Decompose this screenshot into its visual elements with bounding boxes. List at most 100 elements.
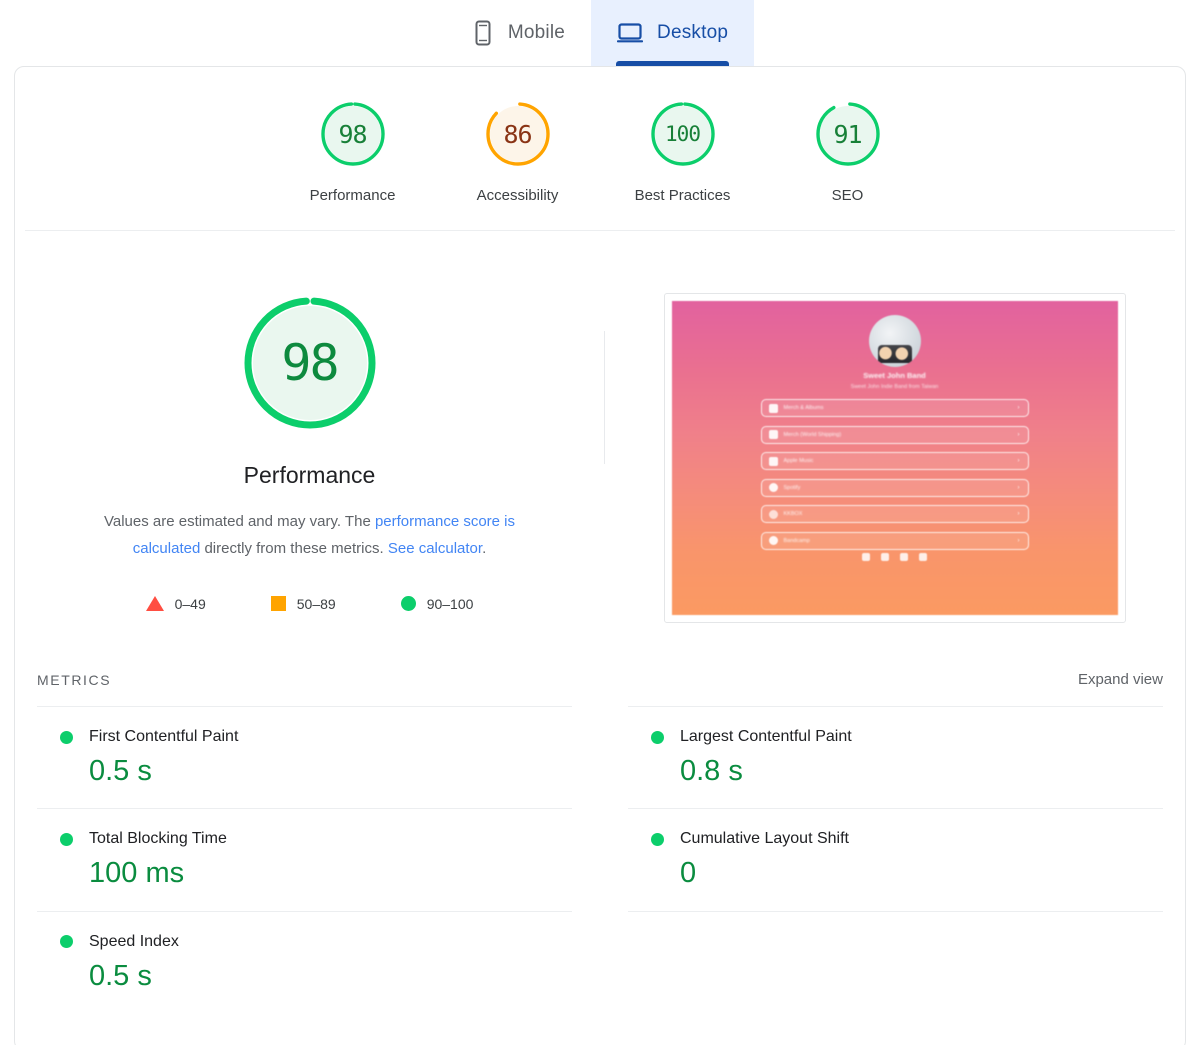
score-value-accessibility: 86 <box>503 119 532 149</box>
legend-item-average: 50–89 <box>270 596 336 612</box>
thumbnail-social-row <box>672 553 1118 561</box>
hero-title: Performance <box>243 462 376 488</box>
metric-total-blocking-time[interactable]: Total Blocking Time 100 ms <box>37 808 572 910</box>
list-item-label: Merch & Albums <box>783 405 824 411</box>
list-item-label: Apple Music <box>783 458 814 464</box>
score-value-best-practices: 100 <box>665 121 701 146</box>
kkbox-icon <box>768 509 778 519</box>
category-label-performance: Performance <box>309 187 396 204</box>
chevron-right-icon: › <box>1017 458 1020 464</box>
status-badge <box>60 832 73 846</box>
hero-score-panel: 98 Performance Values are estimated and … <box>15 293 604 623</box>
tab-desktop-label: Desktop <box>657 22 729 43</box>
performance-hero: 98 Performance Values are estimated and … <box>15 231 1185 623</box>
category-gauge-accessibility[interactable]: 86 Accessibility <box>435 100 600 204</box>
score-legend: 0–49 50–89 90–100 <box>145 595 474 612</box>
legend-range-fail: 0–49 <box>174 595 206 612</box>
thumbnail-site-name: Sweet John Band <box>863 371 926 380</box>
triangle-icon <box>145 596 164 612</box>
list-item: Spotify › <box>760 478 1029 497</box>
chevron-right-icon: › <box>1017 405 1020 411</box>
hero-desc-part-1: Values are estimated and may vary. The <box>103 513 375 530</box>
category-gauge-best-practices[interactable]: 100 Best Practices <box>600 100 765 204</box>
desktop-monitor-icon <box>617 21 644 45</box>
hero-score-ring: 98 <box>240 293 380 433</box>
metric-speed-index[interactable]: Speed Index 0.5 s <box>37 910 572 1013</box>
list-item: Merch (World Shipping) › <box>760 425 1029 444</box>
report-card: 98 Performance 86 Accessibility 100 Best… <box>14 66 1186 1045</box>
category-score-row: 98 Performance 86 Accessibility 100 Best… <box>25 67 1175 231</box>
tab-mobile-label: Mobile <box>507 22 566 43</box>
metric-label: Cumulative Layout Shift <box>680 830 849 848</box>
circle-icon <box>400 596 416 612</box>
metric-value: 0 <box>680 857 697 890</box>
status-badge <box>60 730 73 744</box>
mobile-phone-icon <box>472 20 494 46</box>
metric-label: Total Blocking Time <box>89 830 227 848</box>
score-ring-best-practices: 100 <box>649 100 717 168</box>
metric-placeholder <box>628 910 1163 1013</box>
list-item-label: KKBOX <box>783 511 803 517</box>
category-gauge-performance[interactable]: 98 Performance <box>270 100 435 204</box>
score-value-seo: 91 <box>833 119 862 149</box>
chevron-right-icon: › <box>1017 484 1020 491</box>
category-label-seo: SEO <box>831 187 864 204</box>
score-ring-accessibility: 86 <box>484 100 552 168</box>
music-note-icon <box>768 456 778 466</box>
expand-view-button[interactable]: Expand view <box>1078 671 1163 688</box>
metric-first-contentful-paint[interactable]: First Contentful Paint 0.5 s <box>37 706 572 808</box>
metrics-section-title: METRICS <box>37 672 112 688</box>
list-item: Merch & Albums › <box>760 399 1029 417</box>
screenshot-frame[interactable]: Sweet John Band Sweet John Indie Band fr… <box>663 293 1126 623</box>
metric-largest-contentful-paint[interactable]: Largest Contentful Paint 0.8 s <box>628 706 1163 808</box>
youtube-icon <box>881 553 889 561</box>
bandcamp-icon <box>768 536 778 545</box>
metric-label: Speed Index <box>89 932 179 950</box>
list-item: Apple Music › <box>760 452 1029 470</box>
category-gauge-seo[interactable]: 91 SEO <box>765 100 930 204</box>
hero-description: Values are estimated and may vary. The p… <box>75 508 545 563</box>
weibo-icon <box>919 553 927 561</box>
hero-score-value: 98 <box>281 334 339 392</box>
legend-item-fail: 0–49 <box>145 595 206 612</box>
metric-value: 0.5 s <box>89 755 152 787</box>
metric-value: 0.8 s <box>680 755 743 787</box>
hero-desc-part-3: . <box>482 540 487 558</box>
thumbnail-link-list: Merch & Albums › Merch (World Shipping) … <box>672 399 1118 558</box>
instagram-icon <box>862 553 870 561</box>
bag-icon <box>768 403 778 413</box>
facebook-icon <box>900 553 908 561</box>
metric-cumulative-layout-shift[interactable]: Cumulative Layout Shift 0 <box>628 808 1163 910</box>
square-icon <box>270 596 286 612</box>
avatar <box>868 315 921 367</box>
hero-desc-part-2: directly from these metrics. <box>200 540 388 558</box>
list-item-label: Bandcamp <box>783 537 810 544</box>
legend-item-pass: 90–100 <box>400 595 474 612</box>
list-item: KKBOX › <box>760 505 1029 523</box>
metric-label: Largest Contentful Paint <box>680 728 852 745</box>
tab-desktop[interactable]: Desktop <box>591 0 755 66</box>
category-label-accessibility: Accessibility <box>476 187 559 204</box>
metric-value: 100 ms <box>89 857 185 890</box>
spotify-icon <box>768 483 778 492</box>
metric-value: 0.5 s <box>89 959 152 992</box>
score-ring-performance: 98 <box>319 100 387 168</box>
status-badge <box>651 832 664 846</box>
score-ring-seo: 91 <box>814 100 882 168</box>
chevron-right-icon: › <box>1017 511 1020 517</box>
status-badge <box>651 730 664 744</box>
page-screenshot-panel: Sweet John Band Sweet John Indie Band fr… <box>604 293 1185 623</box>
thumbnail-site-subtitle: Sweet John Indie Band from Taiwan <box>850 384 939 390</box>
see-calculator-link[interactable]: See calculator <box>388 540 482 557</box>
list-item: Bandcamp › <box>760 531 1029 550</box>
tab-mobile[interactable]: Mobile <box>446 0 591 66</box>
score-value-performance: 98 <box>338 119 367 149</box>
metrics-header: METRICS Expand view <box>15 671 1185 688</box>
chevron-right-icon: › <box>1017 431 1020 438</box>
page-screenshot-thumbnail: Sweet John Band Sweet John Indie Band fr… <box>671 301 1118 615</box>
category-label-best-practices: Best Practices <box>634 187 731 204</box>
x-icon <box>768 430 778 439</box>
metric-label: First Contentful Paint <box>89 728 239 745</box>
legend-range-pass: 90–100 <box>426 595 474 612</box>
metrics-grid: First Contentful Paint 0.5 s Largest Con… <box>37 706 1163 1013</box>
